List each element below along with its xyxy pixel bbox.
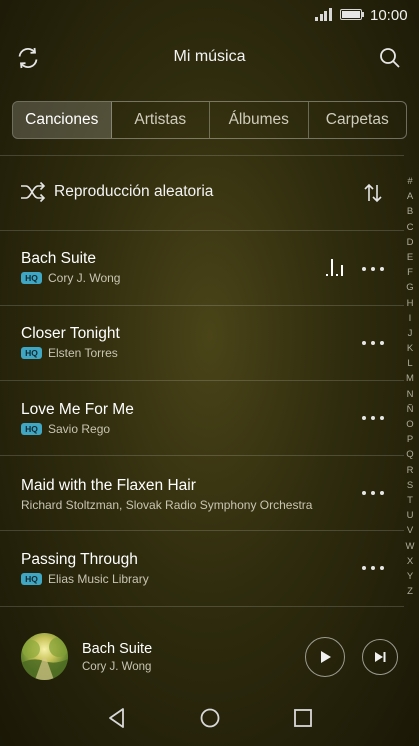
song-title: Love Me For Me	[21, 401, 134, 418]
list-item[interactable]: Closer Tonight HQ Elsten Torres	[0, 306, 404, 381]
alphabet-index-letter[interactable]: V	[402, 523, 418, 538]
song-artist-line: HQ Elias Music Library	[21, 572, 149, 586]
tab-carpetas[interactable]: Carpetas	[309, 102, 407, 138]
alphabet-index-letter[interactable]: Y	[402, 569, 418, 584]
song-artist: Savio Rego	[48, 422, 111, 436]
hq-badge: HQ	[21, 573, 42, 585]
song-artist: Elias Music Library	[48, 572, 149, 586]
hq-badge: HQ	[21, 272, 42, 284]
alphabet-index-letter[interactable]: #	[402, 174, 418, 189]
alphabet-index-letter[interactable]: X	[402, 554, 418, 569]
song-title: Maid with the Flaxen Hair	[21, 477, 196, 494]
alphabet-index-letter[interactable]: W	[402, 539, 418, 554]
alphabet-index-letter[interactable]: B	[402, 204, 418, 219]
tab-canciones[interactable]: Canciones	[13, 102, 112, 138]
alphabet-index[interactable]: # A B C D E F G H I J K L M N Ñ O P Q R S T U V W X Y Z	[402, 174, 418, 599]
play-icon	[321, 651, 331, 663]
shuffle-icon	[21, 181, 46, 203]
alphabet-index-letter[interactable]: D	[402, 235, 418, 250]
alphabet-index-letter[interactable]: E	[402, 250, 418, 265]
tab-artistas[interactable]: Artistas	[112, 102, 210, 138]
alphabet-index-letter[interactable]: Z	[402, 584, 418, 599]
song-artist-line: HQ Cory J. Wong	[21, 271, 120, 285]
now-playing-title: Bach Suite	[82, 641, 153, 657]
list-item[interactable]: Passing Through HQ Elias Music Library	[0, 531, 404, 606]
alphabet-index-letter[interactable]: J	[402, 326, 418, 341]
play-button[interactable]	[305, 637, 345, 677]
more-options-button[interactable]	[362, 488, 384, 498]
search-button[interactable]	[374, 42, 406, 74]
hq-badge: HQ	[21, 423, 42, 435]
recent-apps-icon[interactable]	[292, 707, 314, 729]
alphabet-index-letter[interactable]: F	[402, 265, 418, 280]
more-options-button[interactable]	[362, 338, 384, 348]
alphabet-index-letter[interactable]: K	[402, 341, 418, 356]
alphabet-index-letter[interactable]: M	[402, 371, 418, 386]
equalizer-icon	[326, 259, 343, 276]
skip-next-icon	[375, 652, 386, 662]
more-options-button[interactable]	[362, 563, 384, 573]
divider	[0, 606, 404, 607]
navigation-bar	[0, 690, 419, 746]
song-artist-line: Richard Stoltzman, Slovak Radio Symphony…	[21, 498, 312, 512]
alphabet-index-letter[interactable]: R	[402, 463, 418, 478]
alphabet-index-letter[interactable]: A	[402, 189, 418, 204]
back-icon[interactable]	[106, 707, 128, 729]
hq-badge: HQ	[21, 347, 42, 359]
song-artist: Elsten Torres	[48, 346, 118, 360]
song-title: Passing Through	[21, 551, 138, 568]
song-artist-line: HQ Elsten Torres	[21, 346, 118, 360]
alphabet-index-letter[interactable]: O	[402, 417, 418, 432]
clock: 10:00	[370, 7, 408, 24]
list-item[interactable]: Maid with the Flaxen Hair Richard Stoltz…	[0, 456, 404, 531]
home-icon[interactable]	[199, 707, 221, 729]
tab-albumes[interactable]: Álbumes	[210, 102, 309, 138]
song-title: Bach Suite	[21, 250, 96, 267]
album-art-image	[21, 637, 68, 680]
list-item[interactable]: Love Me For Me HQ Savio Rego	[0, 381, 404, 456]
alphabet-index-letter[interactable]: T	[402, 493, 418, 508]
tab-bar: Canciones Artistas Álbumes Carpetas	[12, 101, 407, 139]
song-artist: Richard Stoltzman, Slovak Radio Symphony…	[21, 498, 313, 512]
alphabet-index-letter[interactable]: L	[402, 356, 418, 371]
shuffle-row[interactable]: Reproducción aleatoria	[0, 156, 404, 230]
alphabet-index-letter[interactable]: Q	[402, 447, 418, 462]
page-title: Mi música	[173, 48, 246, 65]
alphabet-index-letter[interactable]: P	[402, 432, 418, 447]
song-artist: Cory J. Wong	[48, 271, 121, 285]
more-options-button[interactable]	[362, 413, 384, 423]
search-icon	[380, 48, 400, 68]
alphabet-index-letter[interactable]: U	[402, 508, 418, 523]
song-artist-line: HQ Savio Rego	[21, 422, 110, 436]
alphabet-index-letter[interactable]: S	[402, 478, 418, 493]
alphabet-index-letter[interactable]: G	[402, 280, 418, 295]
song-title: Closer Tonight	[21, 325, 120, 342]
list-item[interactable]: Bach Suite HQ Cory J. Wong	[0, 231, 404, 306]
alphabet-index-letter[interactable]: Ñ	[402, 402, 418, 417]
alphabet-index-letter[interactable]: C	[402, 220, 418, 235]
shuffle-label: Reproducción aleatoria	[54, 183, 214, 200]
next-button[interactable]	[362, 639, 398, 675]
alphabet-index-letter[interactable]: N	[402, 387, 418, 402]
album-art[interactable]	[21, 633, 68, 680]
status-bar: 10:00	[0, 0, 419, 30]
sort-icon[interactable]	[362, 182, 384, 204]
now-playing-bar[interactable]: Bach Suite Cory J. Wong	[0, 626, 419, 688]
alphabet-index-letter[interactable]: H	[402, 296, 418, 311]
more-options-button[interactable]	[362, 264, 384, 274]
alphabet-index-letter[interactable]: I	[402, 311, 418, 326]
now-playing-artist: Cory J. Wong	[82, 661, 152, 673]
